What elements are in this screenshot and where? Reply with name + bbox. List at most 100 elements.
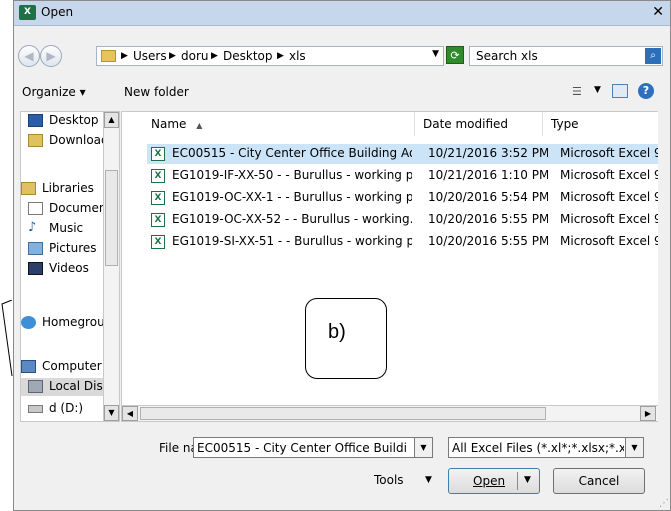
breadcrumb-desktop[interactable]: Desktop (223, 49, 273, 63)
sidebar-item-label: d (D:) (49, 401, 84, 415)
scroll-left-icon[interactable]: ◀ (122, 406, 138, 421)
forward-button[interactable]: ▶ (40, 45, 62, 67)
sidebar-item-downloads[interactable]: Downloads (21, 132, 116, 150)
column-header-label: Name (151, 117, 187, 131)
file-name-combo[interactable]: EC00515 - City Center Office Building Ad… (193, 437, 433, 458)
file-name-value[interactable]: EC00515 - City Center Office Building Ad… (197, 441, 407, 455)
file-type: Microsoft Excel 97... (560, 234, 658, 248)
sort-ascending-icon: ▲ (196, 121, 203, 130)
scroll-thumb[interactable] (105, 170, 118, 266)
chevron-down-icon[interactable]: ▼ (425, 475, 432, 485)
sidebar-item-videos[interactable]: Videos (21, 260, 116, 278)
address-bar[interactable]: ▶ Users ▶ doru ▶ Desktop ▶ xls ▼ (96, 46, 444, 66)
chevron-down-icon[interactable]: ▼ (524, 475, 531, 485)
new-folder-button[interactable]: New folder (124, 85, 189, 99)
scroll-thumb[interactable] (140, 407, 546, 420)
help-icon[interactable]: ? (638, 83, 654, 99)
cancel-button[interactable]: Cancel (553, 468, 645, 494)
open-button[interactable]: Open ▼ (448, 468, 540, 494)
file-date: 10/20/2016 5:55 PM (428, 212, 548, 226)
column-header-label: Date modified (423, 117, 509, 131)
excel-file-icon: X (151, 169, 165, 183)
file-row[interactable]: X EG1019-IF-XX-50 - - Burullus - working… (147, 166, 658, 186)
tools-button[interactable]: Tools (374, 473, 404, 487)
preview-pane-icon[interactable] (612, 84, 628, 98)
scroll-right-icon[interactable]: ▶ (640, 406, 656, 421)
search-field[interactable]: Search xls ⌕ (469, 46, 663, 66)
breadcrumb-doru[interactable]: doru (181, 49, 209, 63)
chevron-right-icon: ▶ (169, 51, 176, 61)
sidebar-item-pictures[interactable]: Pictures (21, 240, 116, 258)
file-row[interactable]: X EG1019-SI-XX-51 - - Burullus - working… (147, 232, 658, 252)
pictures-icon (28, 242, 43, 255)
excel-file-icon: X (151, 191, 165, 205)
folder-icon (101, 50, 116, 62)
split-divider (517, 472, 518, 490)
file-date: 10/20/2016 5:55 PM (428, 234, 548, 248)
file-date: 10/21/2016 3:52 PM (428, 146, 548, 160)
chevron-right-icon: ▶ (211, 51, 218, 61)
organize-button[interactable]: Organize ▾ (22, 85, 86, 99)
column-header-name[interactable]: Name ▲ (143, 112, 415, 136)
column-header-date[interactable]: Date modified (415, 112, 543, 136)
file-type: Microsoft Excel 97... (560, 212, 658, 226)
drive-icon (28, 405, 43, 413)
title-bar: X Open ✕ (14, 1, 670, 26)
videos-icon (28, 262, 43, 275)
chevron-right-icon: ▶ (277, 51, 284, 61)
file-name: EG1019-IF-XX-50 - - Burullus - working p… (172, 168, 412, 182)
scroll-up-icon[interactable]: ▲ (104, 112, 119, 128)
file-list: Name ▲ Date modified Type X EC00515 - Ci… (121, 111, 658, 422)
chevron-down-icon[interactable]: ▼ (594, 85, 601, 95)
sidebar-item-desktop[interactable]: Desktop (21, 112, 116, 130)
documents-icon (28, 202, 43, 215)
desktop-icon (28, 114, 43, 127)
toolbar: Organize ▾ New folder ☰ ▼ ? (14, 79, 670, 105)
sidebar-item-d-drive[interactable]: d (D:) (21, 400, 116, 418)
file-type: Microsoft Excel 97... (560, 190, 658, 204)
sidebar-item-documents[interactable]: Documents (21, 200, 116, 218)
homegroup-icon (21, 316, 36, 329)
sidebar-item-libraries[interactable]: Libraries (21, 180, 116, 198)
sidebar-item-local-disk[interactable]: Local Disk (C:) (21, 378, 116, 396)
sidebar-item-computer[interactable]: Computer (21, 358, 116, 376)
breadcrumb-users[interactable]: Users (133, 49, 167, 63)
chevron-down-icon[interactable]: ▼ (625, 438, 643, 457)
back-button[interactable]: ◀ (18, 45, 40, 67)
file-name: EG1019-OC-XX-52 - - Burullus - working..… (172, 212, 412, 226)
chevron-down-icon[interactable]: ▼ (432, 49, 439, 59)
callout-label: b) (328, 321, 346, 343)
sidebar-item-label: Homegroup (42, 315, 113, 329)
view-icon[interactable]: ☰ (572, 85, 582, 98)
file-row[interactable]: X EG1019-OC-XX-52 - - Burullus - working… (147, 210, 658, 230)
navigation-bar: ◀ ▶ ▶ Users ▶ doru ▶ Desktop ▶ xls ▼ ⟳ S… (14, 41, 670, 71)
file-row[interactable]: X EC00515 - City Center Office Building … (147, 144, 658, 164)
view-controls: ☰ ▼ ? (572, 83, 662, 101)
search-icon[interactable]: ⌕ (645, 48, 661, 64)
breadcrumb-xls[interactable]: xls (289, 49, 306, 63)
refresh-button[interactable]: ⟳ (446, 46, 464, 64)
chevron-down-icon[interactable]: ▼ (414, 438, 432, 457)
chevron-right-icon: ▶ (121, 51, 128, 61)
close-button[interactable]: ✕ (652, 4, 664, 20)
file-name: EG1019-OC-XX-1 - - Burullus - working p.… (172, 190, 412, 204)
navigation-scrollbar[interactable]: ▲ ▼ (103, 111, 120, 422)
column-header-type[interactable]: Type (543, 112, 658, 136)
file-row[interactable]: X EG1019-OC-XX-1 - - Burullus - working … (147, 188, 658, 208)
sidebar-item-music[interactable]: ♪ Music (21, 220, 116, 238)
scroll-down-icon[interactable]: ▼ (104, 405, 119, 421)
local-disk-icon (28, 380, 43, 393)
annotation-callout: b) (305, 298, 387, 379)
excel-file-icon: X (151, 147, 165, 161)
left-frame-edge (0, 299, 14, 380)
resize-grip-icon[interactable]: ⋰ (659, 498, 669, 509)
libraries-icon (21, 182, 36, 195)
sidebar-item-label: Libraries (42, 181, 94, 195)
sidebar-item-label: Videos (49, 261, 89, 275)
file-type-select[interactable]: All Excel Files (*.xl*;*.xlsx;*.xlsm; ▼ (448, 437, 644, 458)
horizontal-scrollbar[interactable]: ◀ ▶ (121, 405, 658, 422)
sidebar-item-homegroup[interactable]: Homegroup (21, 314, 116, 332)
file-name: EC00515 - City Center Office Building Ad… (172, 146, 412, 160)
file-name: EG1019-SI-XX-51 - - Burullus - working p… (172, 234, 412, 248)
excel-file-icon: X (151, 235, 165, 249)
